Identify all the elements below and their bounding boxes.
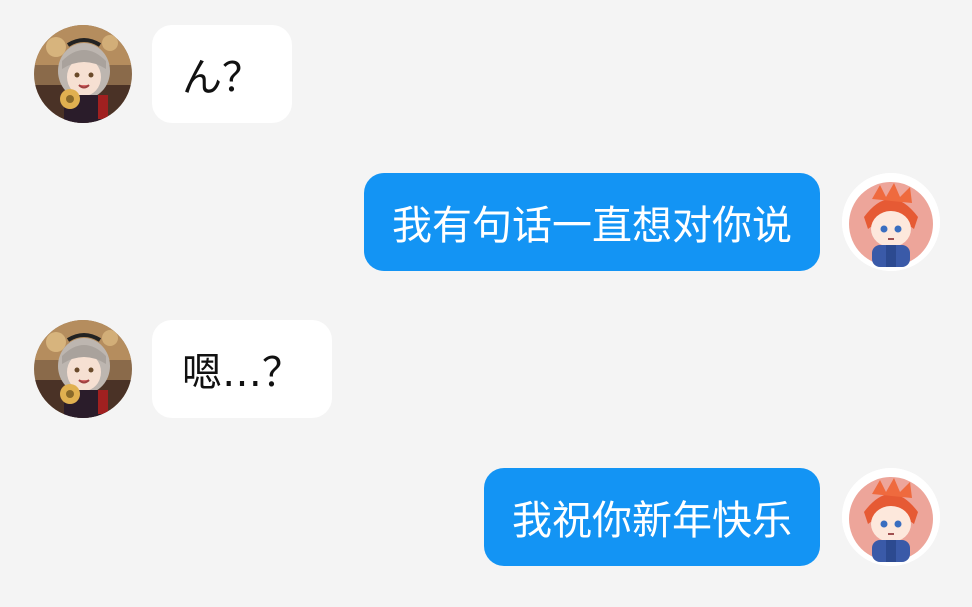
outgoing-message-bubble[interactable]: 我祝你新年快乐: [484, 468, 820, 566]
user-avatar[interactable]: [842, 468, 940, 566]
message-row-incoming: 嗯…？: [0, 320, 972, 420]
message-row-outgoing: 我祝你新年快乐: [0, 468, 972, 568]
contact-avatar[interactable]: [34, 320, 132, 418]
message-row-outgoing: 我有句话一直想对你说: [0, 173, 972, 273]
anime-girl-avatar-icon: [34, 320, 132, 418]
anime-girl-avatar-icon: [34, 25, 132, 123]
message-row-incoming: ん？: [0, 25, 972, 125]
chat-view: ん？ 我有句话一直想对你说 嗯…？ 我祝你新年快乐: [0, 0, 972, 607]
incoming-message-bubble[interactable]: 嗯…？: [152, 320, 332, 418]
user-avatar[interactable]: [842, 173, 940, 271]
contact-avatar[interactable]: [34, 25, 132, 123]
red-hair-boy-avatar-icon: [842, 468, 940, 566]
red-hair-boy-avatar-icon: [842, 173, 940, 271]
incoming-message-bubble[interactable]: ん？: [152, 25, 292, 123]
outgoing-message-bubble[interactable]: 我有句话一直想对你说: [364, 173, 820, 271]
